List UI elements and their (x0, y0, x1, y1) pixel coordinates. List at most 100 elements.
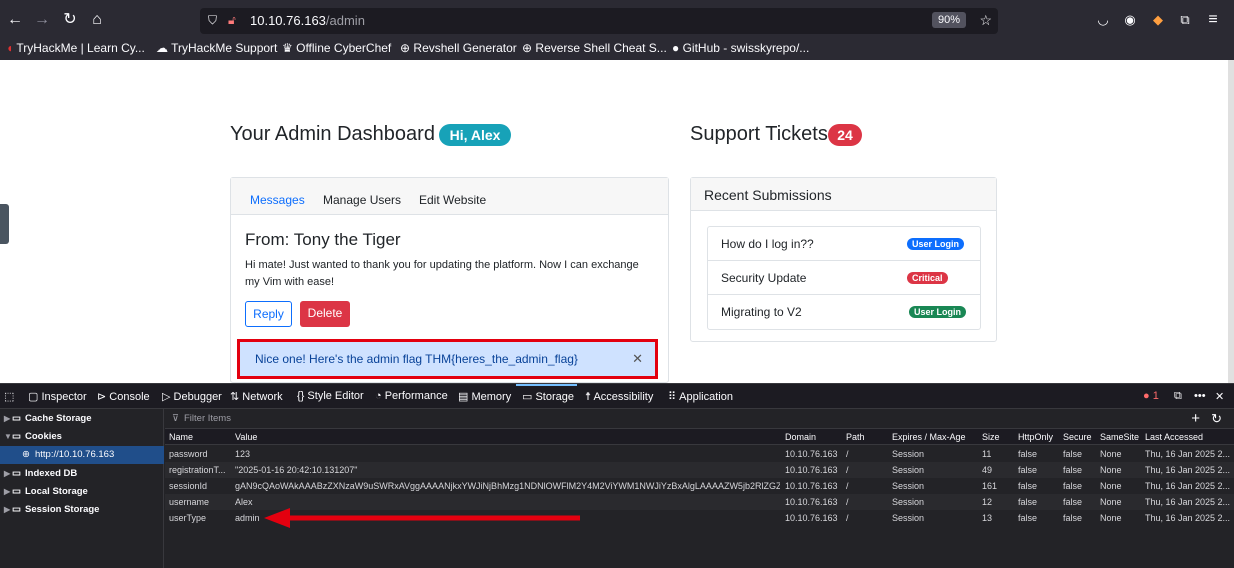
close-devtools-icon[interactable]: ✕ (1215, 390, 1224, 403)
list-item[interactable]: Security Update Critical (708, 261, 980, 295)
tab-manage-users[interactable]: Manage Users (323, 193, 401, 207)
cookie-httponly[interactable]: false (1018, 449, 1058, 459)
forward-icon[interactable]: → (32, 10, 52, 30)
bookmark-cheatsheet[interactable]: ⊕ Reverse Shell Cheat S... (522, 41, 667, 55)
cookie-value[interactable]: Alex (235, 497, 780, 507)
tab-memory[interactable]: ▤ Memory (458, 390, 511, 403)
cookie-name[interactable]: sessionId (169, 481, 231, 491)
menu-icon[interactable]: ≡ (1203, 10, 1223, 30)
header-path[interactable]: Path (846, 432, 865, 442)
cookie-secure[interactable]: false (1063, 449, 1096, 459)
shield-icon[interactable]: ⛉ (208, 13, 217, 28)
cookie-size[interactable]: 161 (982, 481, 1014, 491)
header-last-accessed[interactable]: Last Accessed (1145, 432, 1203, 442)
cookie-size[interactable]: 49 (982, 465, 1014, 475)
dock-icon[interactable]: ⧉ (1174, 390, 1182, 403)
bookmark-star-icon[interactable]: ☆ (979, 12, 992, 29)
account-icon[interactable]: ◉ (1120, 10, 1140, 30)
cookie-domain[interactable]: 10.10.76.163 (785, 497, 843, 507)
tab-debugger[interactable]: ▷ Debugger (162, 390, 222, 403)
tab-network[interactable]: ⇅ Network (230, 390, 283, 403)
cookie-expires[interactable]: Session (892, 497, 977, 507)
back-icon[interactable]: ← (5, 10, 25, 30)
header-value[interactable]: Value (235, 432, 257, 442)
cookie-expires[interactable]: Session (892, 449, 977, 459)
cookie-secure[interactable]: false (1063, 465, 1096, 475)
add-item-icon[interactable]: + (1191, 410, 1200, 427)
extension-badge-icon[interactable]: ◆ (1148, 10, 1168, 30)
header-samesite[interactable]: SameSite (1100, 432, 1139, 442)
bookmark-cyberchef[interactable]: ♛ Offline CyberChef (282, 41, 391, 55)
cookie-samesite[interactable]: None (1100, 497, 1140, 507)
list-item[interactable]: Migrating to V2 User Login (708, 295, 980, 329)
url-bar[interactable]: ⛉ 🔓︎ 10.10.76.163/admin 90% ☆ (200, 8, 998, 34)
tree-cookie-host[interactable]: ⊕ http://10.10.76.163 (0, 446, 164, 464)
cookie-path[interactable]: / (846, 465, 886, 475)
reload-icon[interactable]: ↻ (60, 10, 80, 30)
error-count[interactable]: ● 1 (1143, 390, 1159, 402)
cookie-last-accessed[interactable]: Thu, 16 Jan 2025 2... (1145, 513, 1234, 523)
cookie-samesite[interactable]: None (1100, 449, 1140, 459)
page-scrollbar[interactable] (1228, 60, 1234, 383)
delete-button[interactable]: Delete (300, 301, 350, 327)
table-row[interactable]: sessionId gAN9cQAoWAkAAABzZXNzaW9uSWRxAVg… (165, 478, 1234, 494)
zoom-level[interactable]: 90% (931, 12, 966, 28)
tab-messages[interactable]: Messages (250, 193, 305, 207)
bookmark-tryhackme[interactable]: ◖ TryHackMe | Learn Cy... (6, 41, 145, 55)
cookie-size[interactable]: 12 (982, 497, 1014, 507)
table-row[interactable]: registrationT... "2025-01-16 20:42:10.131… (165, 462, 1234, 478)
cookie-samesite[interactable]: None (1100, 513, 1140, 523)
tab-storage[interactable]: ▭ Storage (522, 390, 574, 403)
cookie-samesite[interactable]: None (1100, 481, 1140, 491)
cookie-path[interactable]: / (846, 481, 886, 491)
bookmark-github[interactable]: ● GitHub - swisskyrepo/... (672, 41, 809, 55)
cookie-path[interactable]: / (846, 497, 886, 507)
cookie-value[interactable]: 123 (235, 449, 780, 459)
header-expires[interactable]: Expires / Max-Age (892, 432, 966, 442)
cookie-domain[interactable]: 10.10.76.163 (785, 465, 843, 475)
cookie-last-accessed[interactable]: Thu, 16 Jan 2025 2... (1145, 497, 1234, 507)
tab-application[interactable]: ⠿ Application (668, 390, 733, 403)
cookie-secure[interactable]: false (1063, 497, 1096, 507)
cookie-domain[interactable]: 10.10.76.163 (785, 513, 843, 523)
header-size[interactable]: Size (982, 432, 1000, 442)
sidebar-toggle[interactable] (0, 204, 9, 244)
tab-console[interactable]: ⊳ Console (97, 390, 150, 403)
cookie-samesite[interactable]: None (1100, 465, 1140, 475)
cookie-size[interactable]: 11 (982, 449, 1014, 459)
tab-accessibility[interactable]: ☨ Accessibility (585, 390, 653, 403)
cookie-name[interactable]: username (169, 497, 231, 507)
cookie-size[interactable]: 13 (982, 513, 1014, 523)
tab-inspector[interactable]: ▢ Inspector (28, 390, 87, 403)
cookie-httponly[interactable]: false (1018, 513, 1058, 523)
cookie-domain[interactable]: 10.10.76.163 (785, 449, 843, 459)
cookie-last-accessed[interactable]: Thu, 16 Jan 2025 2... (1145, 481, 1234, 491)
cookie-expires[interactable]: Session (892, 513, 977, 523)
tree-cookies[interactable]: ▼ ▭ Cookies (0, 428, 164, 446)
cookie-name[interactable]: password (169, 449, 231, 459)
bookmark-revshell[interactable]: ⊕ Revshell Generator (400, 41, 517, 55)
tab-style-editor[interactable]: {} Style Editor (297, 390, 364, 402)
cookie-httponly[interactable]: false (1018, 481, 1058, 491)
header-httponly[interactable]: HttpOnly (1018, 432, 1053, 442)
cookie-name[interactable]: userType (169, 513, 231, 523)
cookie-path[interactable]: / (846, 513, 886, 523)
more-options-icon[interactable]: ••• (1194, 390, 1206, 402)
cookie-name[interactable]: registrationT... (169, 465, 231, 475)
header-secure[interactable]: Secure (1063, 432, 1092, 442)
header-name[interactable]: Name (169, 432, 193, 442)
tab-edit-website[interactable]: Edit Website (419, 193, 486, 207)
home-icon[interactable]: ⌂ (87, 10, 107, 30)
cookie-httponly[interactable]: false (1018, 497, 1058, 507)
cookie-path[interactable]: / (846, 449, 886, 459)
cookie-value[interactable]: "2025-01-16 20:42:10.131207" (235, 465, 780, 475)
refresh-icon[interactable]: ↻ (1211, 411, 1222, 427)
tree-session-storage[interactable]: ▶ ▭ Session Storage (0, 501, 164, 519)
filter-input[interactable]: Filter Items (184, 413, 231, 424)
table-row[interactable]: password 123 10.10.76.163/ Session 11 false fa… (165, 446, 1234, 462)
reply-button[interactable]: Reply (245, 301, 292, 327)
url-text[interactable]: 10.10.76.163/admin (250, 13, 365, 28)
cookie-domain[interactable]: 10.10.76.163 (785, 481, 843, 491)
tree-local-storage[interactable]: ▶ ▭ Local Storage (0, 483, 164, 501)
cookie-expires[interactable]: Session (892, 481, 977, 491)
